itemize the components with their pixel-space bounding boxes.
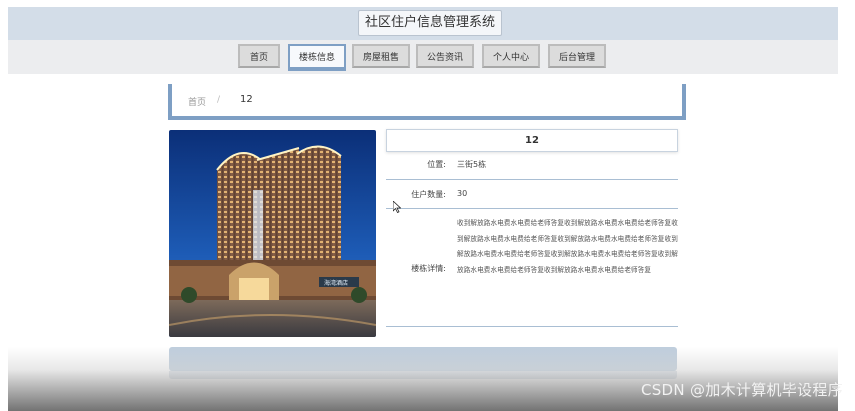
households-row: 住户数量: 30: [386, 189, 678, 203]
divider: [386, 179, 678, 180]
site-title: 社区住户信息管理系统: [358, 10, 503, 36]
nav-item-personal-center[interactable]: 个人中心: [482, 44, 540, 68]
detail-value: 收到解放路水电费水电费给老师答复收到解放路水电费水电费给老师答复收到解放路水电费…: [457, 219, 678, 274]
building-photo: 海湾酒店: [169, 130, 376, 337]
header-bar: 社区住户信息管理系统: [8, 7, 838, 40]
nav-item-admin[interactable]: 后台管理: [548, 44, 606, 68]
nav-item-house-rental[interactable]: 房屋租售: [352, 44, 410, 68]
breadcrumb-current: 12: [240, 94, 253, 105]
location-label: 位置:: [427, 160, 446, 169]
divider: [386, 326, 678, 327]
breadcrumb: 首页 / 12: [168, 84, 686, 120]
location-value: 三街5栋: [457, 160, 487, 169]
location-row: 位置: 三街5栋: [386, 159, 678, 173]
detail-row: 楼栋详情: 收到解放路水电费水电费给老师答复收到解放路水电费水电费给老师答复收到…: [386, 216, 678, 320]
households-label: 住户数量:: [411, 190, 446, 199]
divider: [386, 208, 678, 209]
mouse-cursor-icon: [393, 201, 401, 213]
hotel-sign: 海湾酒店: [324, 279, 348, 287]
nav-item-announcements[interactable]: 公告资讯: [416, 44, 474, 68]
breadcrumb-home-link[interactable]: 首页: [188, 95, 206, 108]
breadcrumb-separator: /: [217, 95, 221, 105]
detail-label: 楼栋详情:: [411, 264, 446, 273]
nav-bar: 首页 楼栋信息 房屋租售 公告资讯 个人中心 后台管理: [8, 40, 838, 74]
nav-item-building-info[interactable]: 楼栋信息: [288, 44, 346, 71]
watermark: CSDN @加木计算机毕设程序: [640, 381, 843, 399]
nav-item-home[interactable]: 首页: [238, 44, 280, 68]
households-value: 30: [457, 189, 468, 198]
building-name: 12: [386, 129, 678, 152]
